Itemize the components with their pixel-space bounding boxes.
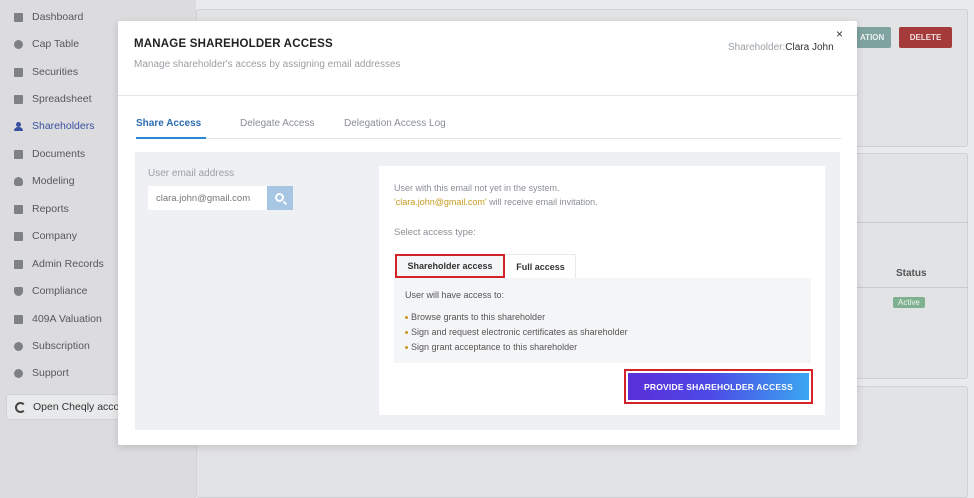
- sidebar-item-label: Shareholders: [32, 120, 95, 132]
- access-intro: User will have access to:: [405, 290, 505, 300]
- report-icon: [14, 204, 23, 214]
- modal-subtitle: Manage shareholder's access by assigning…: [134, 59, 401, 70]
- manage-access-modal: MANAGE SHAREHOLDER ACCESS Manage shareho…: [118, 21, 857, 445]
- support-icon: [14, 368, 23, 378]
- sidebar-item-shareholders[interactable]: Shareholders: [14, 118, 94, 134]
- invitation-notice-email: 'clara.john@gmail.com' will receive emai…: [394, 197, 598, 207]
- sidebar-item-label: Spreadsheet: [32, 93, 92, 105]
- building-icon: [14, 231, 23, 241]
- tab-share-access[interactable]: Share Access: [136, 118, 201, 129]
- pie-chart-icon: [14, 39, 23, 49]
- sidebar-item-securities[interactable]: Securities: [14, 64, 78, 80]
- status-column-header: Status: [896, 268, 927, 279]
- access-panel: User with this email not yet in the syst…: [379, 166, 825, 415]
- dashboard-icon: [14, 12, 23, 22]
- sidebar-item-cap-table[interactable]: Cap Table: [14, 36, 79, 52]
- shield-icon: [14, 286, 23, 296]
- email-field-label: User email address: [148, 168, 235, 179]
- sidebar-item-409a-valuation[interactable]: 409A Valuation: [14, 311, 102, 327]
- sidebar-item-subscription[interactable]: Subscription: [14, 338, 90, 354]
- sidebar-item-reports[interactable]: Reports: [14, 201, 69, 217]
- sidebar-item-label: Securities: [32, 66, 79, 78]
- sidebar-item-label: Compliance: [32, 285, 88, 297]
- modal-header-divider: [118, 95, 857, 96]
- list-item: Browse grants to this shareholder: [405, 312, 545, 322]
- background-divider: [857, 287, 968, 288]
- sidebar-item-spreadsheet[interactable]: Spreadsheet: [14, 91, 92, 107]
- sidebar-item-label: Cap Table: [32, 38, 80, 50]
- person-icon: [14, 121, 23, 131]
- sidebar-item-support[interactable]: Support: [14, 365, 69, 381]
- access-description: User will have access to: Browse grants …: [394, 278, 811, 363]
- search-icon: [274, 192, 284, 202]
- spreadsheet-icon: [14, 94, 23, 104]
- sidebar-item-label: 409A Valuation: [32, 313, 102, 325]
- modal-title: MANAGE SHAREHOLDER ACCESS: [134, 38, 333, 50]
- invited-email: 'clara.john@gmail.com': [394, 197, 487, 207]
- sidebar-item-label: Admin Records: [32, 258, 104, 270]
- sidebar-item-label: Subscription: [32, 340, 90, 352]
- records-icon: [14, 259, 23, 269]
- cheqly-logo-icon: [15, 401, 26, 413]
- delete-button[interactable]: DELETE: [899, 27, 952, 48]
- close-icon[interactable]: ×: [836, 28, 843, 40]
- sidebar-item-label: Documents: [32, 148, 86, 160]
- tab-delegate-access[interactable]: Delegate Access: [240, 118, 315, 129]
- provide-shareholder-access-button[interactable]: PROVIDE SHAREHOLDER ACCESS: [628, 373, 809, 400]
- list-item: Sign and request electronic certificates…: [405, 327, 628, 337]
- sidebar-item-label: Modeling: [32, 175, 75, 187]
- background-divider: [857, 222, 968, 223]
- provide-access-highlight: PROVIDE SHAREHOLDER ACCESS: [624, 369, 813, 404]
- bullet-icon: [405, 345, 408, 349]
- clipboard-icon: [14, 67, 23, 77]
- bullet-icon: [405, 330, 408, 334]
- verification-button[interactable]: ATION: [856, 27, 891, 48]
- tab-delegation-access-log[interactable]: Delegation Access Log: [344, 118, 446, 129]
- valuation-icon: [14, 314, 23, 324]
- folder-icon: [14, 149, 23, 159]
- list-item: Sign grant acceptance to this shareholde…: [405, 342, 577, 352]
- list-item-text: Sign grant acceptance to this shareholde…: [411, 342, 578, 352]
- sidebar-item-admin-records[interactable]: Admin Records: [14, 256, 104, 272]
- sidebar-item-dashboard[interactable]: Dashboard: [14, 9, 83, 25]
- sidebar-item-company[interactable]: Company: [14, 228, 77, 244]
- dollar-icon: [14, 341, 23, 351]
- sidebar-item-label: Support: [32, 367, 69, 379]
- shareholder-name: Clara John: [785, 42, 834, 53]
- sidebar-item-label: Dashboard: [32, 11, 84, 23]
- sidebar-item-documents[interactable]: Documents: [14, 146, 85, 162]
- list-item-text: Browse grants to this shareholder: [411, 312, 546, 322]
- full-access-tab[interactable]: Full access: [506, 254, 576, 278]
- shareholder-info: Shareholder:Clara John: [728, 42, 834, 53]
- share-access-content: User email address clara.john@gmail.com …: [135, 152, 840, 430]
- sidebar-item-label: Company: [32, 230, 77, 242]
- sidebar-item-label: Reports: [32, 203, 69, 215]
- email-field[interactable]: clara.john@gmail.com: [148, 186, 267, 210]
- list-item-text: Sign and request electronic certificates…: [411, 327, 628, 337]
- access-tabs: Share Access Delegate Access Delegation …: [136, 113, 841, 139]
- invitation-notice: User with this email not yet in the syst…: [394, 183, 560, 193]
- status-badge: Active: [893, 297, 925, 308]
- open-cheqly-label: Open Cheqly acco: [33, 401, 120, 413]
- bullet-icon: [405, 315, 408, 319]
- sidebar-item-modeling[interactable]: Modeling: [14, 173, 75, 189]
- access-type-label: Select access type:: [394, 227, 476, 238]
- lightbulb-icon: [14, 176, 23, 186]
- sidebar-item-compliance[interactable]: Compliance: [14, 283, 87, 299]
- active-tab-indicator: [136, 137, 206, 139]
- invitation-notice-rest: will receive email invitation.: [486, 197, 598, 207]
- shareholder-label: Shareholder:: [728, 42, 786, 53]
- search-button[interactable]: [267, 186, 293, 210]
- shareholder-access-tab[interactable]: Shareholder access: [395, 254, 505, 278]
